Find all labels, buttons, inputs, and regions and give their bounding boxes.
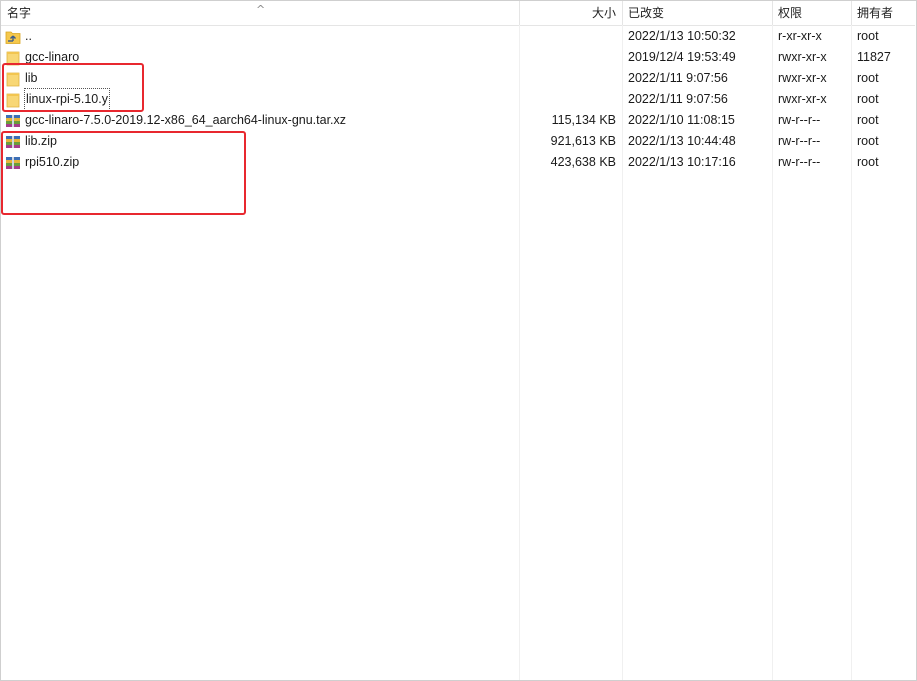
file-permissions: rw-r--r-- xyxy=(778,155,821,169)
column-header-owner[interactable]: 拥有者 xyxy=(851,1,915,25)
file-name-cell: lib.zip xyxy=(1,131,519,152)
file-size xyxy=(519,26,622,47)
file-permissions: rw-r--r-- xyxy=(778,134,821,148)
file-name-cell: linux-rpi-5.10.y xyxy=(1,88,519,111)
folder-icon xyxy=(5,50,21,66)
folder-icon xyxy=(5,71,21,87)
file-modified: 2022/1/13 10:17:16 xyxy=(628,155,736,169)
file-name-cell: .. xyxy=(1,26,519,47)
file-size xyxy=(519,68,622,89)
parent-folder-icon xyxy=(5,29,21,45)
file-name: .. xyxy=(25,29,32,43)
file-name: linux-rpi-5.10.y xyxy=(24,88,110,111)
file-list: .. 2022/1/13 10:50:32 r-xr-xr-x root gcc… xyxy=(1,26,915,173)
file-permissions: rwxr-xr-x xyxy=(778,50,827,64)
file-modified: 2022/1/13 10:44:48 xyxy=(628,134,736,148)
file-owner: root xyxy=(857,113,879,127)
file-owner: root xyxy=(857,134,879,148)
file-name-cell: gcc-linaro xyxy=(1,47,519,68)
archive-icon xyxy=(5,113,21,129)
column-header-size[interactable]: 大小 xyxy=(519,1,622,25)
file-row-folder[interactable]: linux-rpi-5.10.y 2022/1/11 9:07:56 rwxr-… xyxy=(1,88,915,111)
file-row-parent[interactable]: .. 2022/1/13 10:50:32 r-xr-xr-x root xyxy=(1,26,915,47)
column-header-permissions-label: 权限 xyxy=(778,6,803,20)
file-row-folder[interactable]: lib 2022/1/11 9:07:56 rwxr-xr-x root xyxy=(1,68,915,89)
file-permissions: rw-r--r-- xyxy=(778,113,821,127)
file-name: gcc-linaro-7.5.0-2019.12-x86_64_aarch64-… xyxy=(25,113,347,127)
column-header-modified[interactable]: 已改变 xyxy=(622,1,772,25)
file-name-cell: rpi510.zip xyxy=(1,152,519,173)
file-owner: root xyxy=(857,29,879,43)
file-name: gcc-linaro xyxy=(25,50,80,64)
file-owner: 11827 xyxy=(857,50,891,64)
file-size: 921,613 KB xyxy=(550,134,616,148)
folder-icon xyxy=(5,92,21,108)
column-header-modified-label: 已改变 xyxy=(628,6,665,20)
file-size: 423,638 KB xyxy=(550,155,616,169)
column-header-permissions[interactable]: 权限 xyxy=(772,1,851,25)
column-header-name[interactable]: 名字 ^ xyxy=(1,1,519,25)
column-header-size-label: 大小 xyxy=(591,6,616,20)
file-name-cell: gcc-linaro-7.5.0-2019.12-x86_64_aarch64-… xyxy=(1,110,519,131)
file-owner: root xyxy=(857,155,879,169)
file-name: lib xyxy=(25,71,38,85)
file-size: 115,134 KB xyxy=(551,113,616,127)
file-name: rpi510.zip xyxy=(25,155,80,169)
file-owner: root xyxy=(857,92,879,106)
file-modified: 2022/1/13 10:50:32 xyxy=(628,29,736,43)
file-size xyxy=(519,89,622,110)
file-row-archive[interactable]: rpi510.zip 423,638 KB 2022/1/13 10:17:16… xyxy=(1,152,915,173)
archive-icon xyxy=(5,134,21,150)
file-row-archive[interactable]: gcc-linaro-7.5.0-2019.12-x86_64_aarch64-… xyxy=(1,110,915,131)
file-owner: root xyxy=(857,71,879,85)
file-row-folder[interactable]: gcc-linaro 2019/12/4 19:53:49 rwxr-xr-x … xyxy=(1,47,915,68)
file-modified: 2019/12/4 19:53:49 xyxy=(628,50,736,64)
file-name-cell: lib xyxy=(1,68,519,89)
sort-ascending-icon: ^ xyxy=(256,3,266,16)
file-size xyxy=(519,47,622,68)
column-header-name-label: 名字 xyxy=(7,6,32,20)
file-modified: 2022/1/10 11:08:15 xyxy=(628,113,735,127)
column-header-owner-label: 拥有者 xyxy=(857,6,894,20)
file-modified: 2022/1/11 9:07:56 xyxy=(628,71,728,85)
file-permissions: rwxr-xr-x xyxy=(778,92,827,106)
file-row-archive[interactable]: lib.zip 921,613 KB 2022/1/13 10:44:48 rw… xyxy=(1,131,915,152)
file-modified: 2022/1/11 9:07:56 xyxy=(628,92,728,106)
column-header-bar: 名字 ^ 大小 已改变 权限 拥有者 xyxy=(1,1,915,26)
file-permissions: rwxr-xr-x xyxy=(778,71,827,85)
file-permissions: r-xr-xr-x xyxy=(778,29,822,43)
file-name: lib.zip xyxy=(25,134,57,148)
archive-icon xyxy=(5,155,21,171)
